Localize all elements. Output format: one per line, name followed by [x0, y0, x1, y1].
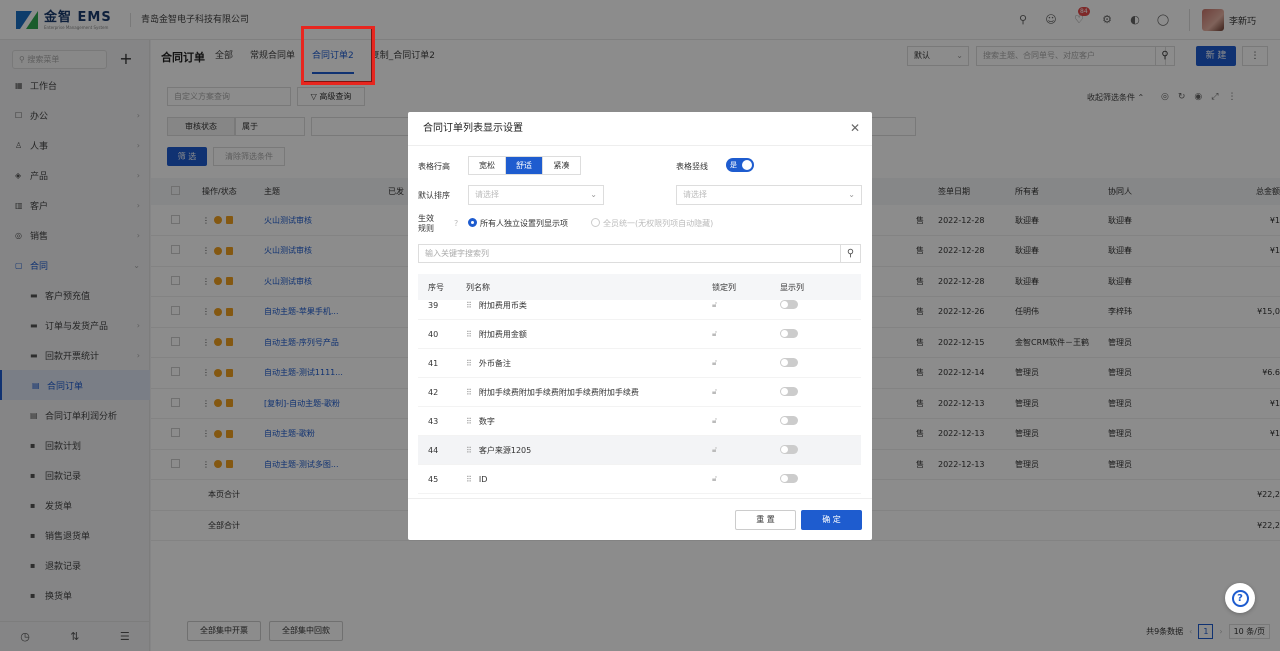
confirm-button[interactable]: 确 定 [801, 510, 862, 530]
row-height-label: 表格行高 [418, 162, 450, 171]
drag-handle-icon[interactable]: ⠿ [466, 359, 472, 368]
rule-option-label: 所有人独立设置列显示项 [480, 219, 568, 228]
sort-order-select[interactable]: 请选择 ⌄ [676, 185, 862, 205]
column-name: 附加费用币类 [478, 300, 527, 310]
show-toggle[interactable] [780, 299, 798, 309]
column-row[interactable]: 41 ⠿ 外币备注 🔓︎ [418, 349, 861, 378]
show-toggle[interactable] [780, 473, 798, 483]
column-name: 客户来源1205 [478, 445, 532, 455]
border-toggle[interactable]: 是 [726, 158, 754, 172]
column-name: 附加费用金额 [478, 329, 527, 339]
help-button[interactable]: ? [1225, 583, 1255, 613]
column-name: 外币备注 [478, 358, 511, 368]
help-icon: ? [454, 219, 459, 228]
column-row[interactable]: 39 ⠿ 附加费用币类 🔓︎ [418, 291, 861, 320]
chevron-down-icon: ⌄ [590, 190, 597, 199]
column-row[interactable]: 42 ⠿ 附加手续费附加手续费附加手续费附加手续费 🔓︎ [418, 378, 861, 407]
border-toggle-value: 是 [730, 161, 737, 169]
column-name: 附加手续费附加手续费附加手续费附加手续费 [478, 387, 639, 397]
search-icon[interactable]: ⚲ [840, 244, 861, 263]
help-icon: ? [1231, 589, 1249, 607]
column-search-input[interactable]: 输入关键字搜索列 [418, 244, 861, 263]
highlight-box [301, 26, 375, 85]
reset-button[interactable]: 重 置 [735, 510, 796, 530]
row-height-segmented: 宽松 舒适 紧凑 [468, 156, 581, 175]
drag-handle-icon[interactable]: ⠿ [466, 446, 472, 455]
drag-handle-icon[interactable]: ⠿ [466, 388, 472, 397]
column-no: 45 [428, 474, 439, 484]
drag-handle-icon[interactable]: ⠿ [466, 330, 472, 339]
drag-handle-icon[interactable]: ⠿ [466, 301, 472, 310]
border-label: 表格竖线 [676, 162, 708, 171]
rule-option-label: 全员统一(无权限列项自动隐藏) [603, 219, 714, 228]
lock-icon[interactable]: 🔓︎ [702, 329, 768, 339]
show-toggle[interactable] [780, 357, 798, 367]
show-toggle[interactable] [780, 328, 798, 338]
sort-label: 默认排序 [418, 191, 450, 200]
col-header-show: 显示列 [780, 282, 804, 292]
drag-handle-icon[interactable]: ⠿ [466, 417, 472, 426]
show-toggle[interactable] [780, 386, 798, 396]
chevron-down-icon: ⌄ [848, 190, 855, 199]
column-no: 42 [428, 387, 439, 397]
column-row[interactable]: 43 ⠿ 数字 🔓︎ [418, 407, 861, 436]
lock-icon[interactable]: 🔓︎ [702, 474, 768, 484]
sort-field-select[interactable]: 请选择 ⌄ [468, 185, 604, 205]
column-name: ID [478, 474, 488, 484]
column-no: 41 [428, 358, 439, 368]
column-row[interactable]: 44 ⠿ 客户来源1205 🔓︎ [418, 436, 861, 465]
close-icon[interactable]: ✕ [850, 121, 860, 135]
col-header-lock: 锁定列 [712, 282, 736, 292]
column-no: 40 [428, 329, 439, 339]
rule-option-unified[interactable]: 全员统一(无权限列项自动隐藏) [591, 218, 713, 229]
row-height-loose[interactable]: 宽松 [469, 157, 506, 174]
column-row[interactable]: 45 ⠿ ID 🔓︎ [418, 465, 861, 494]
lock-icon[interactable]: 🔓︎ [702, 358, 768, 368]
sort-field-placeholder: 请选择 [475, 190, 499, 199]
column-row[interactable]: 40 ⠿ 附加费用金额 🔓︎ [418, 320, 861, 349]
col-header-name: 列名称 [466, 282, 490, 292]
drag-handle-icon[interactable]: ⠿ [466, 475, 472, 484]
lock-icon[interactable]: 🔓︎ [702, 416, 768, 426]
column-list: 序号 列名称 锁定列 显示列 39 ⠿ 附加费用币类 🔓︎ 40 ⠿ 附加费用金额 🔓︎ 41 ⠿… [418, 274, 861, 498]
column-no: 44 [428, 445, 439, 455]
col-header-no: 序号 [428, 282, 444, 292]
show-toggle[interactable] [780, 444, 798, 454]
show-toggle[interactable] [780, 415, 798, 425]
lock-icon[interactable]: 🔓︎ [702, 387, 768, 397]
lock-icon[interactable]: 🔓︎ [702, 445, 768, 455]
row-height-comfortable[interactable]: 舒适 [506, 157, 543, 174]
lock-icon[interactable]: 🔓︎ [702, 300, 768, 310]
radio-unselected [591, 218, 600, 227]
rule-option-individual[interactable]: 所有人独立设置列显示项 [468, 218, 568, 229]
column-no: 39 [428, 300, 439, 310]
sort-order-placeholder: 请选择 [683, 190, 707, 199]
rule-label: 生效规则 [418, 214, 434, 233]
column-name: 数字 [478, 416, 495, 426]
row-height-compact[interactable]: 紧凑 [543, 157, 580, 174]
column-settings-dialog: 合同订单列表显示设置 ✕ 表格行高 宽松 舒适 紧凑 表格竖线 是 默认排序 请… [408, 112, 872, 540]
dialog-title: 合同订单列表显示设置 [408, 112, 872, 146]
column-no: 43 [428, 416, 439, 426]
radio-selected [468, 218, 477, 227]
